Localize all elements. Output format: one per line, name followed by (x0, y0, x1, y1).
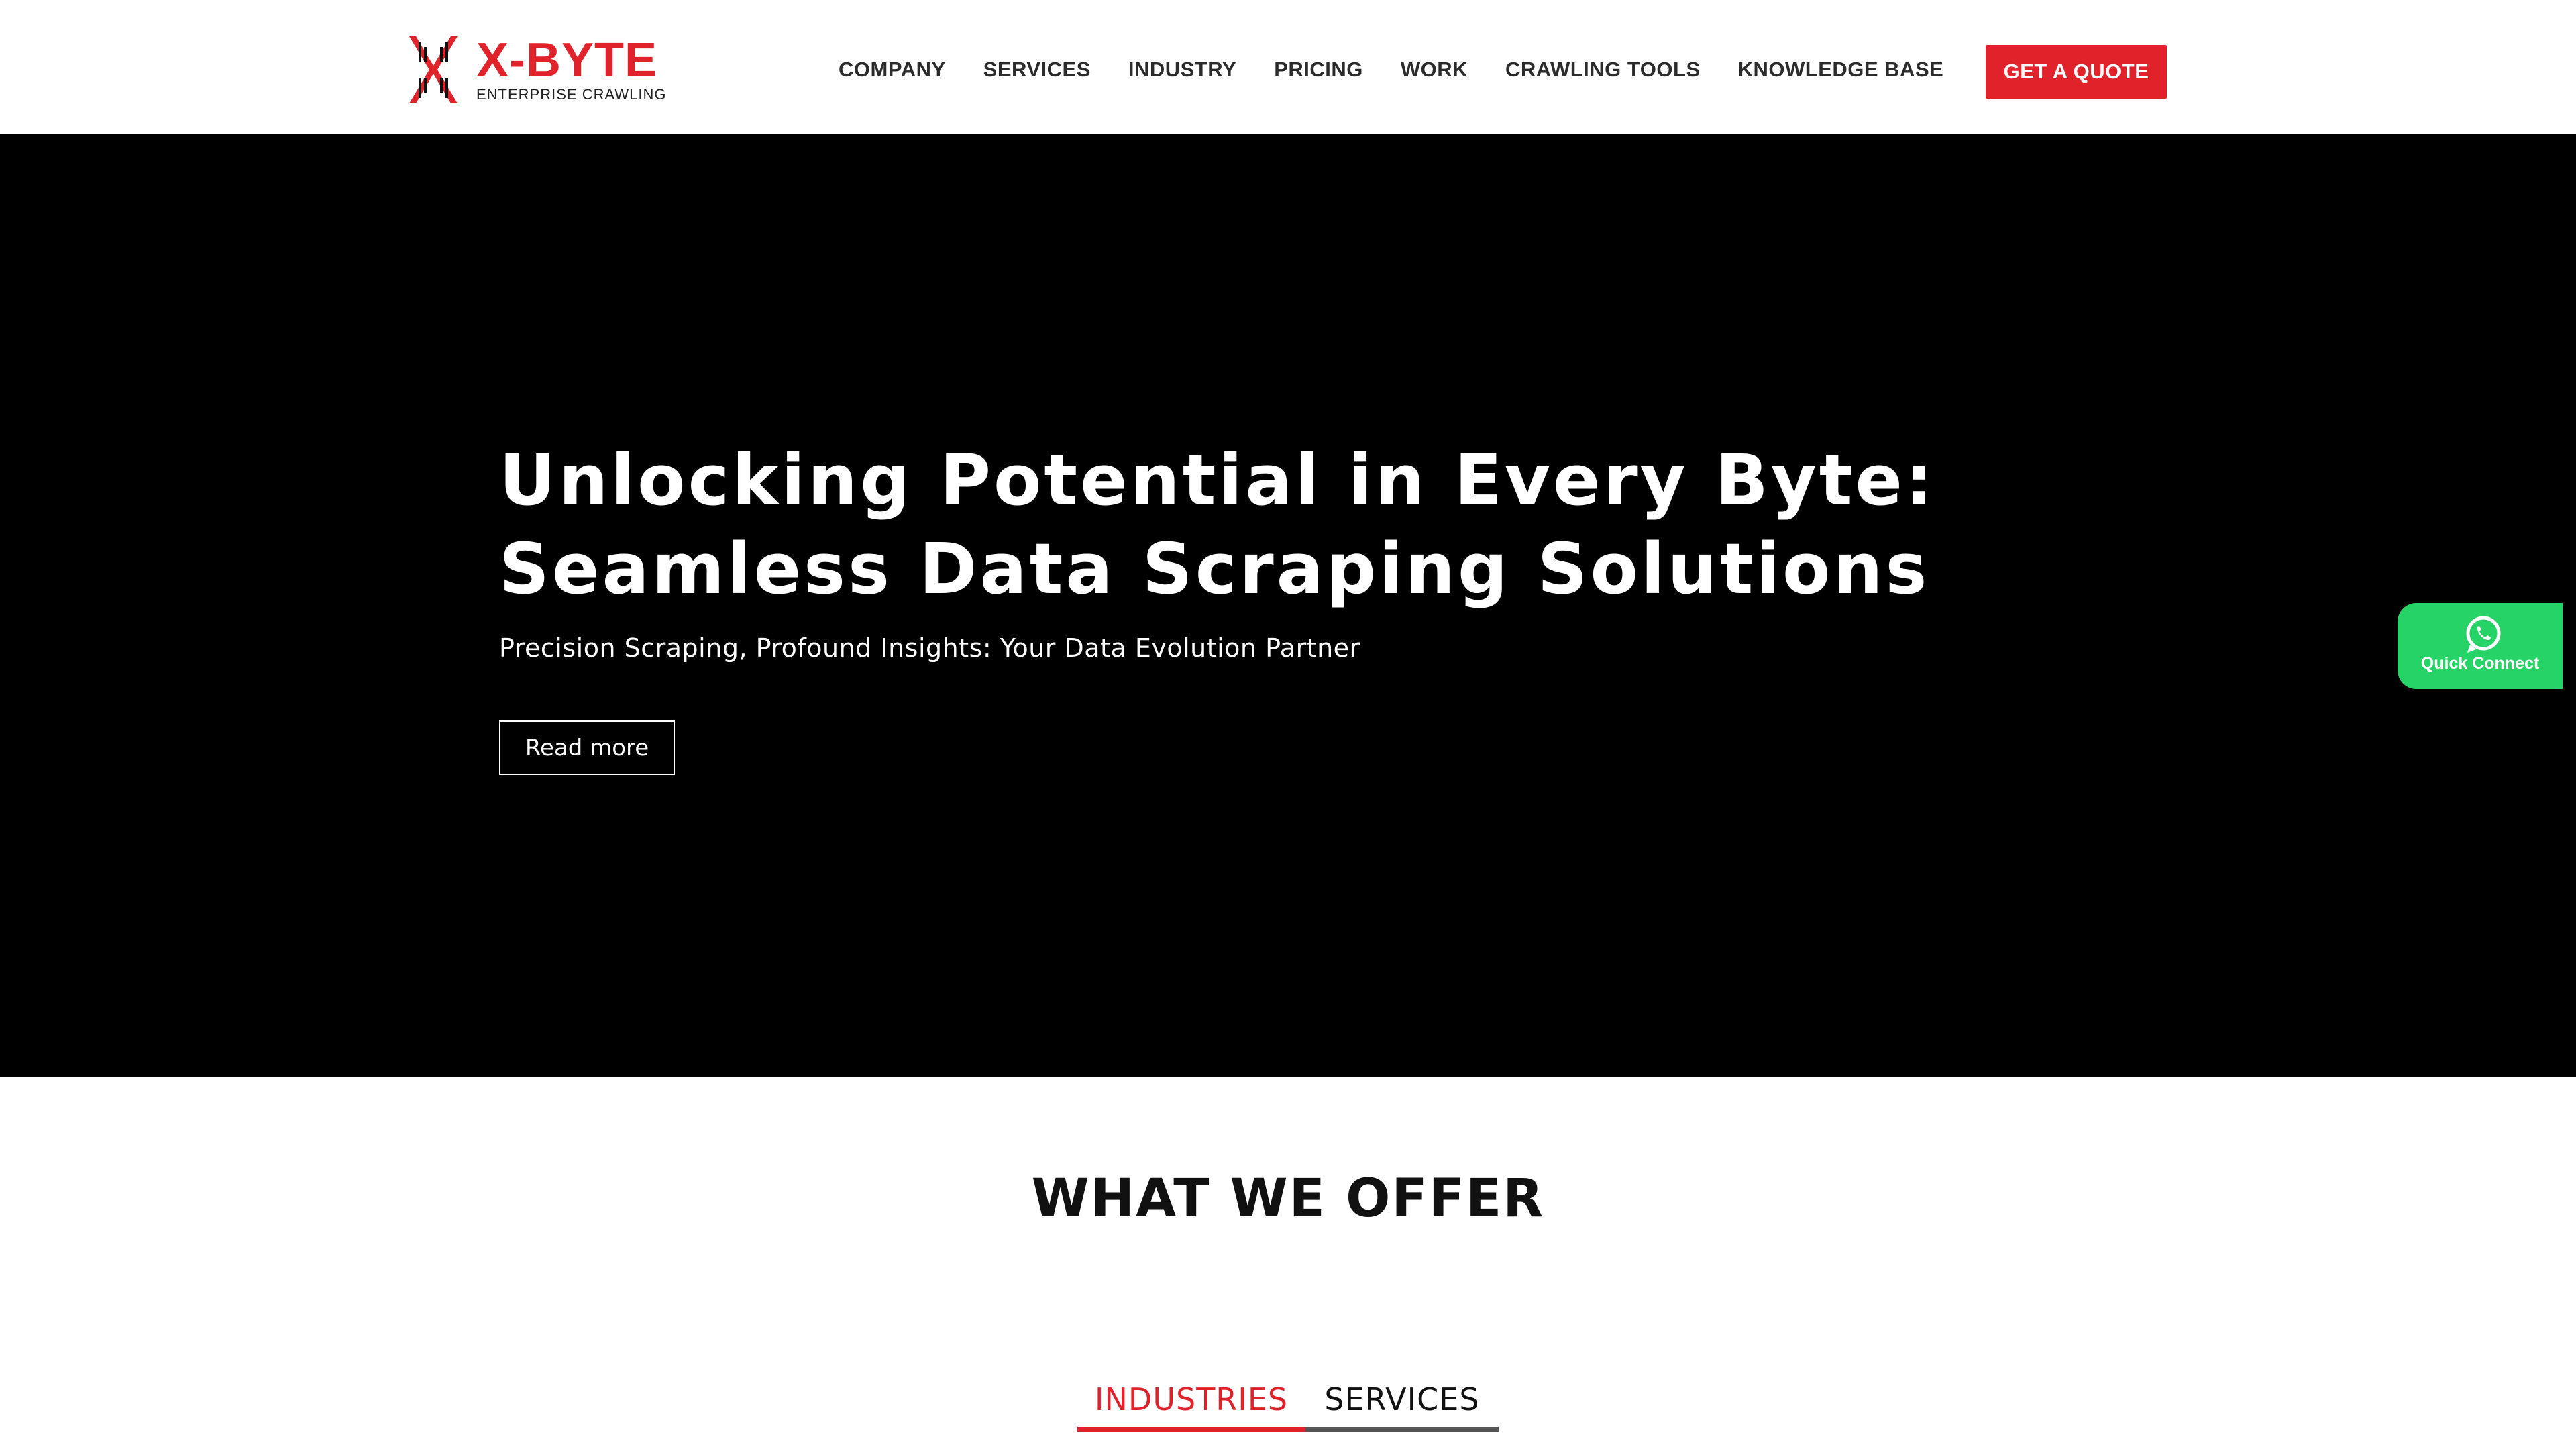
nav-item-industry[interactable]: INDUSTRY (1128, 58, 1236, 82)
nav-item-work[interactable]: WORK (1401, 58, 1468, 82)
read-more-button[interactable]: Read more (499, 720, 675, 775)
tab-industries[interactable]: INDUSTRIES (1077, 1371, 1305, 1432)
x-byte-logo-mark-icon (409, 36, 458, 103)
logo-tagline: ENTERPRISE CRAWLING (476, 86, 667, 103)
get-a-quote-button[interactable]: GET A QUOTE (1986, 45, 2167, 99)
nav-item-crawling-tools[interactable]: CRAWLING TOOLS (1505, 58, 1701, 82)
nav-item-pricing[interactable]: PRICING (1274, 58, 1363, 82)
what-we-offer-heading: WHAT WE OFFER (1031, 1169, 1545, 1229)
hero-subtitle: Precision Scraping, Profound Insights: Y… (499, 633, 1360, 663)
main-nav: COMPANY SERVICES INDUSTRY PRICING WORK C… (839, 46, 1943, 94)
offer-tabs: INDUSTRIES SERVICES (1077, 1371, 1499, 1432)
quick-connect-label: Quick Connect (2420, 654, 2540, 673)
logo-name: X-BYTE (476, 34, 658, 87)
nav-item-company[interactable]: COMPANY (839, 58, 946, 82)
hero-title-line-2: Seamless Data Scraping Solutions (499, 528, 1930, 610)
hero-title: Unlocking Potential in Every Byte: Seaml… (499, 436, 2109, 613)
nav-item-services[interactable]: SERVICES (983, 58, 1091, 82)
hero-section: Unlocking Potential in Every Byte: Seaml… (0, 134, 2576, 1077)
whatsapp-icon (2466, 616, 2501, 653)
site-header: X-BYTE ENTERPRISE CRAWLING COMPANY SERVI… (0, 0, 2576, 134)
site-logo[interactable]: X-BYTE ENTERPRISE CRAWLING (409, 34, 667, 105)
hero-title-line-1: Unlocking Potential in Every Byte: (499, 439, 1936, 521)
nav-item-knowledge-base[interactable]: KNOWLEDGE BASE (1738, 58, 1944, 82)
tab-services[interactable]: SERVICES (1305, 1371, 1499, 1432)
quick-connect-button[interactable]: Quick Connect (2398, 603, 2563, 689)
